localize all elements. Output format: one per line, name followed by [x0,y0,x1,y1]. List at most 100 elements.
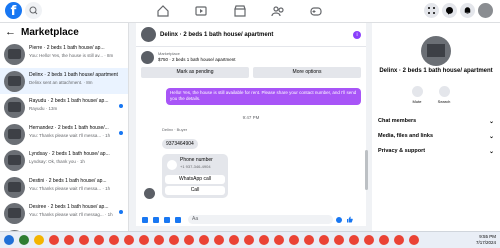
menu-icon[interactable] [424,3,439,18]
taskbar-app-icon[interactable] [379,235,389,245]
sender-avatar [144,188,155,199]
taskbar-app-icon[interactable] [304,235,314,245]
media-files-links-row[interactable]: Media, files and links ⌄ [378,133,494,140]
home-icon[interactable] [153,2,173,20]
conversation-snippet: You: Thanks please wait I'll messa... · … [29,132,111,138]
conversation-item[interactable]: Delinx · 2 beds 1 bath house/ apartment D… [0,67,128,94]
taskbar-app-icon[interactable] [199,235,209,245]
privacy-support-row[interactable]: Privacy & support ⌄ [378,148,494,155]
messenger-icon[interactable] [442,3,457,18]
conversation-item[interactable]: Lyndsay · 2 beds 1 bath house/ ap... Lynd… [0,147,128,174]
conversation-name: Hernandez · 2 beds 1 bath house/... [29,124,109,131]
conversation-item[interactable]: Desiree · 2 beds 1 bath house/ ap... You:… [0,200,128,227]
more-options-button[interactable]: More options [253,67,361,78]
conversation-name: Delinx · 2 beds 1 bath house/ apartment [29,71,118,78]
sticker-icon[interactable] [164,216,170,223]
taskbar-app-icon[interactable] [244,235,254,245]
listing-label: Marketplace [158,51,180,56]
taskbar-app-icon[interactable] [169,235,179,245]
taskbar-app-icon[interactable] [34,235,44,245]
taskbar-app-icon[interactable] [409,235,419,245]
back-arrow-icon[interactable]: ← [5,26,16,38]
taskbar-app-icon[interactable] [139,235,149,245]
gif-icon[interactable] [175,216,181,223]
taskbar-app-icon[interactable] [229,235,239,245]
conversation-name: Desiree · 2 beds 1 bath house/ ap... [29,204,109,210]
chat-avatar[interactable] [141,27,156,42]
conversation-snippet: You: Thanks please wait I'll messa... · … [29,185,111,191]
taskbar-app-icon[interactable] [124,235,134,245]
conversation-thumbnail [4,70,25,92]
phone-card-title: Phone number [180,157,213,163]
chat-title[interactable]: Delinx · 2 beds 1 bath house/ apartment [160,23,366,47]
conversation-item[interactable]: Pierre · 2 beds 1 bath house/ ap... You: … [0,41,128,68]
taskbar-app-icon[interactable] [259,235,269,245]
taskbar-app-icon[interactable] [19,235,29,245]
search-button[interactable]: Search [434,86,454,104]
taskbar-app-icon[interactable] [184,235,194,245]
message-composer: Aa [136,213,366,226]
row-label: Privacy & support [378,148,426,154]
video-icon[interactable] [191,2,211,20]
image-icon[interactable] [153,216,159,223]
mic-icon[interactable] [142,216,148,223]
taskbar-app-icon[interactable] [214,235,224,245]
listing-thumbnail [141,51,154,64]
top-bar: f [0,0,500,23]
listing-text: $750 · 2 beds 1 bath house/ apartment [158,57,236,62]
outgoing-message: Hello! Yes, the house is still available… [166,88,361,105]
gaming-icon[interactable] [306,2,326,20]
taskbar-clock[interactable]: 9:55 PM 7/17/2024 [476,234,496,246]
taskbar-app-icon[interactable] [4,235,14,245]
mute-button[interactable]: Mute [407,86,427,104]
conversation-snippet: Lyndsay: Ok, thank you · 1h [29,159,85,164]
chat-members-row[interactable]: Chat members ⌄ [378,118,494,125]
listing-preview[interactable]: Marketplace $750 · 2 beds 1 bath house/ … [136,47,366,67]
mark-as-pending-button[interactable]: Mark as pending [141,67,249,78]
taskbar-app-icon[interactable] [64,235,74,245]
taskbar-app-icon[interactable] [94,235,104,245]
conversation-thumbnail [4,123,25,145]
taskbar-app-icon[interactable] [364,235,374,245]
marketplace-icon[interactable] [230,2,250,20]
call-button[interactable]: Call [165,186,225,195]
conversation-snippet: You: Thanks please wait I'll messag... ·… [29,212,113,217]
facebook-logo[interactable]: f [5,2,22,19]
profile-avatar[interactable] [478,3,493,18]
taskbar-app-icon[interactable] [394,235,404,245]
taskbar-app-icon[interactable] [79,235,89,245]
taskbar-app-icon[interactable] [109,235,119,245]
search-icon[interactable] [25,2,42,19]
taskbar-app-icon[interactable] [154,235,164,245]
sidebar-header: ← Marketplace [0,23,128,41]
sidebar-title: Marketplace [21,26,79,38]
conversation-name: Destini · 2 beds 1 bath house/ ap... [29,177,107,184]
taskbar-app-icon[interactable] [349,235,359,245]
conversation-list: Pierre · 2 beds 1 bath house/ ap... You: … [0,41,128,231]
marketplace-sidebar: ← Marketplace Pierre · 2 beds 1 bath hou… [0,23,129,231]
chat-scrollbar[interactable] [365,150,368,190]
search-label: Search [437,99,451,104]
phone-card-number: +1 937-346-4904 [180,164,211,169]
unread-dot [119,104,123,108]
notifications-icon[interactable] [460,3,475,18]
conversation-item[interactable]: Hernandez · 2 beds 1 bath house/... You: … [0,121,128,148]
whatsapp-call-button[interactable]: WhatsApp call [165,175,225,184]
conversation-thumbnail [4,44,25,65]
conversation-item[interactable]: Destini · 2 beds 1 bath house/ ap... You:… [0,174,128,201]
info-icon[interactable]: i [353,31,361,39]
taskbar-app-icon[interactable] [319,235,329,245]
taskbar-app-icon[interactable] [334,235,344,245]
emoji-icon[interactable] [336,216,342,223]
groups-icon[interactable] [268,2,288,20]
conversation-thumbnail [4,203,25,224]
message-input[interactable]: Aa [188,215,333,224]
conversation-item[interactable]: Rayudu · 2 beds 1 bath house/ ap... Rayud… [0,94,128,121]
taskbar-app-icon[interactable] [289,235,299,245]
conversation-info-panel: Delinx · 2 beds 1 bath house/ apartment … [372,23,500,231]
like-icon[interactable] [346,216,353,223]
message-timestamp: 9:47 PM [242,115,260,120]
taskbar-app-icon[interactable] [49,235,59,245]
taskbar-app-icon[interactable] [274,235,284,245]
conversation-snippet: Rayudu · 13m [29,106,58,111]
